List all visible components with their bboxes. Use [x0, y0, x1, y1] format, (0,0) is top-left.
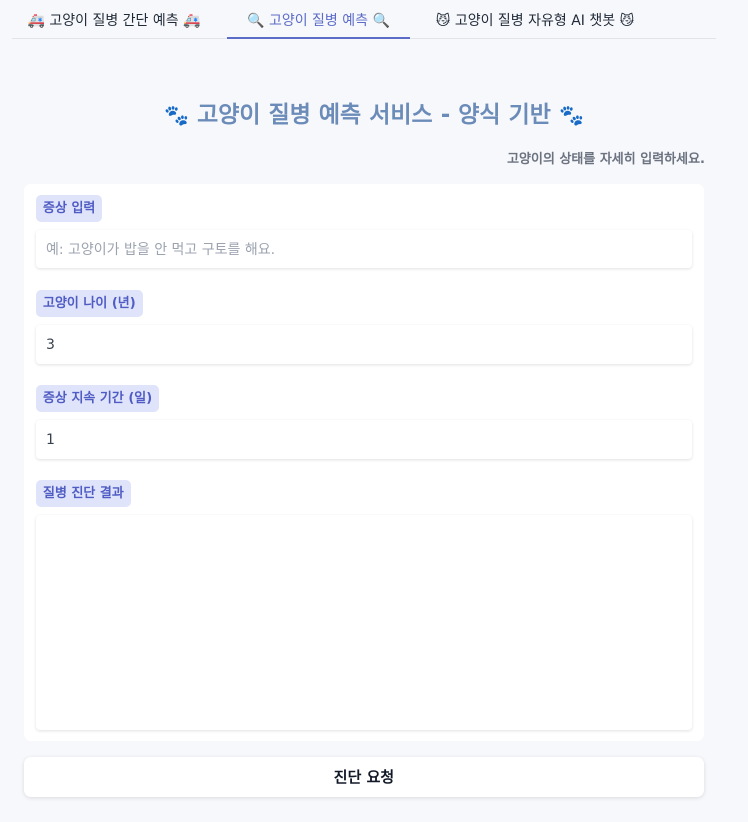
form-card: 증상 입력 예: 고양이가 밥을 안 먹고 구토를 해요. 고양이 나이 (년)… [24, 184, 704, 741]
symptom-placeholder: 예: 고양이가 밥을 안 먹고 구토를 해요. [46, 242, 276, 258]
submit-diagnosis-button[interactable]: 진단 요청 [24, 757, 704, 797]
page-title: 🐾 고양이 질병 예측 서비스 - 양식 기반 🐾 [0, 95, 748, 129]
age-value: 3 [46, 336, 55, 353]
age-input[interactable]: 3 [36, 325, 692, 364]
tab-bar: 🚑 고양이 질병 간단 예측 🚑 🔍 고양이 질병 예측 🔍 😼 고양이 질병 … [12, 0, 716, 39]
symptom-label: 증상 입력 [36, 195, 103, 222]
diagnosis-result-textarea[interactable] [36, 515, 692, 730]
tab-prediction[interactable]: 🔍 고양이 질병 예측 🔍 [227, 0, 410, 39]
result-label: 질병 진단 결과 [36, 480, 131, 507]
duration-input[interactable]: 1 [36, 420, 692, 459]
duration-value: 1 [46, 431, 55, 448]
tab-ai-chatbot[interactable]: 😼 고양이 질병 자유형 AI 챗봇 😼 [424, 0, 646, 39]
page-subtitle: 고양이의 상태를 자세히 입력하세요. [507, 152, 705, 167]
duration-label: 증상 지속 기간 (일) [36, 385, 160, 412]
age-label: 고양이 나이 (년) [36, 290, 143, 317]
tab-simple-prediction[interactable]: 🚑 고양이 질병 간단 예측 🚑 [16, 0, 212, 39]
paw-icon: 🐾 [164, 103, 190, 127]
symptom-input[interactable]: 예: 고양이가 밥을 안 먹고 구토를 해요. [36, 230, 692, 268]
page-title-text: 고양이 질병 예측 서비스 - 양식 기반 [197, 102, 551, 128]
paw-icon: 🐾 [558, 103, 584, 127]
